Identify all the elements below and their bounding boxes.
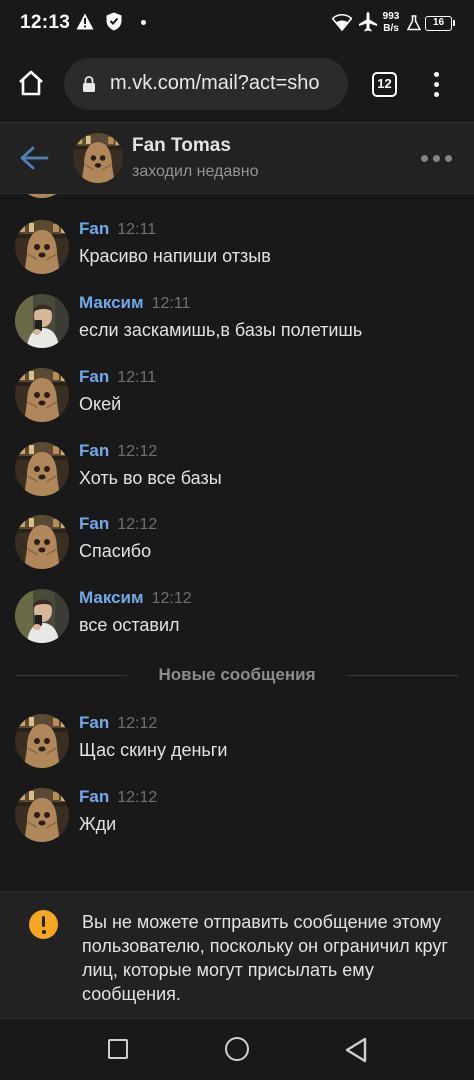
more-options-icon[interactable]	[421, 155, 453, 163]
message-author[interactable]: Fan 12:12	[79, 441, 157, 461]
avatar[interactable]	[15, 442, 69, 496]
message-author[interactable]: Максим 12:12	[79, 588, 192, 608]
message-item: Fan 12:12 Хоть во все базы	[0, 440, 474, 510]
new-messages-divider: Новые сообщения	[0, 663, 474, 689]
divider-line	[347, 675, 458, 676]
message-text: Жди	[79, 814, 117, 834]
message-time: 12:11	[151, 295, 191, 312]
message-item: Fan 12:12 Спасибо	[0, 513, 474, 583]
chat-name[interactable]: Fan Tomas	[132, 135, 231, 157]
warning-circle-icon	[29, 910, 58, 939]
message-author[interactable]: Fan 12:12	[79, 514, 157, 534]
avatar[interactable]	[15, 589, 69, 643]
avatar[interactable]	[15, 788, 69, 842]
message-item: Fan 12:12 Щас скину деньги	[0, 712, 474, 782]
message-text: если заскамишь,в базы полетишь	[79, 320, 363, 340]
wifi-icon	[332, 13, 352, 31]
avatar[interactable]	[15, 368, 69, 422]
network-speed-value: 993	[382, 11, 400, 22]
message-author[interactable]: Fan 12:12	[79, 713, 157, 733]
avatar	[15, 194, 69, 198]
network-speed: 993 B/s	[380, 11, 402, 35]
message-item: Fan 12:11 Окей	[0, 366, 474, 436]
system-nav-bar	[0, 1018, 474, 1080]
home-circle-icon[interactable]	[225, 1037, 249, 1061]
message-time: 12:12	[117, 443, 158, 460]
tabs-icon[interactable]: 12	[372, 72, 397, 97]
message-time: 12:12	[117, 715, 158, 732]
message-time: 12:12	[117, 789, 158, 806]
message-text: Спасибо	[79, 541, 152, 561]
lock-icon	[83, 76, 95, 92]
message-text: Красиво напиши отзыв	[79, 246, 271, 266]
network-speed-unit: B/s	[383, 23, 399, 34]
shield-icon	[106, 12, 122, 31]
flask-icon	[407, 15, 421, 31]
status-time: 12:13	[20, 12, 71, 33]
chat-avatar[interactable]	[73, 133, 123, 183]
divider-line	[16, 675, 127, 676]
message-item: Максим 12:11 если заскамишь,в базы полети…	[0, 292, 474, 362]
message-list: Fan 12:11 Красиво напиши отзыв Максим 12:1…	[0, 194, 474, 891]
avatar[interactable]	[15, 515, 69, 569]
address-bar[interactable]: m.vk.com/mail?act=sho	[64, 58, 348, 110]
message-author[interactable]: Fan 12:11	[79, 219, 156, 239]
message-text: все оставил	[79, 615, 180, 635]
url-text: m.vk.com/mail?act=sho	[110, 72, 320, 94]
home-icon[interactable]	[16, 68, 46, 98]
message-item: Fan 12:11 Красиво напиши отзыв	[0, 218, 474, 288]
message-time: 12:12	[151, 590, 192, 607]
status-bar: 12:13 993 B/s 16	[0, 0, 474, 46]
message-author[interactable]: Fan 12:11	[79, 367, 156, 387]
chat-status: заходил недавно	[132, 163, 259, 180]
avatar[interactable]	[15, 220, 69, 274]
avatar[interactable]	[15, 714, 69, 768]
chat-header: Fan Tomas заходил недавно	[0, 122, 474, 194]
back-triangle-icon[interactable]	[344, 1037, 368, 1063]
divider-label: Новые сообщения	[158, 665, 316, 684]
notice-text: Вы не можете отправить сообщение этому п…	[82, 912, 448, 1004]
message-item: Fan 12:12 Жди	[0, 786, 474, 856]
message-text: Хоть во все базы	[79, 468, 222, 488]
message-time: 12:11	[117, 369, 157, 386]
menu-icon[interactable]	[426, 70, 446, 100]
message-author[interactable]: Fan 12:12	[79, 787, 157, 807]
airplane-icon	[359, 12, 377, 32]
message-text: Щас скину деньги	[79, 740, 228, 760]
cannot-send-notice: Вы не можете отправить сообщение этому п…	[0, 891, 474, 1018]
message-time: 12:12	[117, 516, 158, 533]
message-author[interactable]: Максим 12:11	[79, 293, 190, 313]
avatar[interactable]	[15, 294, 69, 348]
warning-icon	[76, 13, 94, 30]
recent-apps-icon[interactable]	[108, 1039, 128, 1059]
battery-icon: 16	[425, 16, 455, 31]
browser-toolbar: m.vk.com/mail?act=sho 12	[0, 46, 474, 122]
back-arrow-icon[interactable]	[19, 145, 49, 171]
message-time: 12:11	[117, 221, 157, 238]
message-text: Окей	[79, 394, 122, 414]
message-item: Максим 12:12 все оставил	[0, 587, 474, 657]
dot-icon	[141, 20, 146, 25]
